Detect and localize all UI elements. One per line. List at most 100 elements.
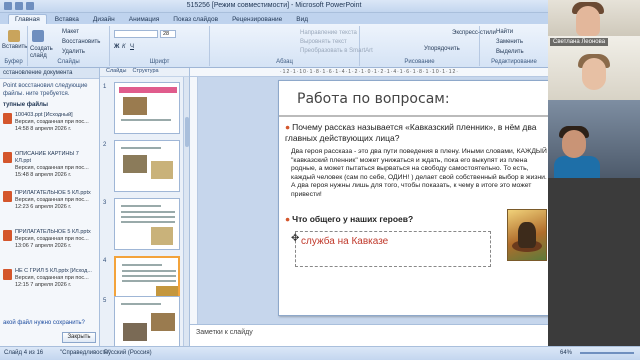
camera-tile-speaker: Светлана Леонова [548, 36, 640, 100]
file-icon [3, 269, 12, 280]
file-version: Версия, созданная при пос... [15, 275, 89, 281]
close-button[interactable]: Закрыть [62, 332, 96, 343]
recovered-file-item[interactable]: НЕ С ГРИЛ 5 КЛ.pptx [Исход... Версия, со… [0, 266, 99, 305]
thumbnail-image [114, 82, 180, 134]
font-name-field[interactable] [114, 30, 158, 38]
file-icon [3, 191, 12, 202]
save-question-link[interactable]: акой файл нужно сохранить? [3, 320, 85, 326]
clipboard-group: Вставить Буфер [0, 26, 28, 66]
title-divider [279, 115, 548, 117]
tab-design[interactable]: Дизайн [87, 15, 121, 24]
slides-scrollbar[interactable] [183, 77, 189, 346]
recovered-file-item[interactable]: 100403.ppt [Исходный] Версия, созданная … [0, 110, 99, 149]
file-timestamp: 13:06 7 апреля 2026 г. [15, 243, 72, 249]
file-icon [3, 230, 12, 241]
status-bar: Слайд 4 из 16 "Справедливость" Русский (… [0, 346, 640, 360]
slide-thumbnail[interactable]: 5 [100, 296, 184, 346]
tab-slideshow[interactable]: Показ слайдов [167, 15, 224, 24]
slide-title[interactable]: Работа по вопросам: [297, 91, 450, 107]
bold-button[interactable]: Ж [114, 44, 119, 50]
reset-button[interactable]: Восстановить [62, 39, 100, 45]
paste-button[interactable]: Вставить [2, 44, 27, 50]
participant-name: Светлана Леонова [550, 38, 609, 46]
slide-thumbnail[interactable]: 1 [100, 82, 184, 138]
find-button[interactable]: Найти [496, 29, 513, 35]
language-indicator[interactable]: Русский (Россия) [104, 350, 152, 356]
document-recovery-pane: сстановление документа Point восстановил… [0, 68, 100, 346]
tab-outline[interactable]: Структура [132, 68, 158, 76]
paste-icon[interactable] [8, 30, 20, 42]
slide-number: 2 [103, 142, 107, 148]
file-version: Версия, созданная при пос... [15, 236, 89, 242]
file-name: ПРИЛАГАТЕЛЬНОЕ 5 КЛ.pptx [15, 229, 91, 235]
bullet-icon: ● [285, 122, 291, 132]
editing-group-label: Редактирование [491, 59, 537, 65]
question-two-text: Что общего у наших героев? [292, 214, 414, 224]
file-timestamp: 14:58 8 апреля 2026 г. [15, 126, 72, 132]
tab-home[interactable]: Главная [8, 14, 47, 24]
text-direction-button[interactable]: Направление текста [300, 30, 357, 36]
answer-text[interactable]: служба на Кавказе [301, 236, 388, 247]
clipboard-group-label: Буфер [4, 59, 23, 65]
camera-tile [548, 100, 640, 178]
editing-group: Найти Заменить Выделить Редактирование [480, 26, 548, 66]
question-one-text: Почему рассказ называется «Кавказский пл… [285, 122, 537, 143]
bullet-icon: ● [285, 214, 291, 224]
horizontal-ruler: ·12·1·10·1·8·1·6·1·4·1·2·1·0·1·2·1·4·1·6… [190, 68, 548, 77]
delete-button[interactable]: Удалить [62, 49, 85, 55]
new-slide-button[interactable]: Создать слайд [30, 46, 58, 60]
slide-number: 5 [103, 298, 107, 304]
zoom-slider-icon[interactable] [580, 352, 634, 354]
recovery-info: Point восстановил следующие файлы. ните … [3, 83, 88, 97]
drawing-group-label: Рисование [404, 59, 435, 65]
video-call-panel: Светлана Леонова [548, 0, 640, 346]
thumbnail-image [114, 198, 180, 250]
file-version: Версия, созданная при пос... [15, 165, 89, 171]
tab-slides[interactable]: Слайды [106, 68, 126, 76]
zoom-level[interactable]: 64% [560, 350, 572, 356]
title-bar: 515256 [Режим совместимости] - Microsoft… [0, 0, 548, 13]
notes-pane[interactable]: Заметки к слайду [190, 324, 548, 346]
replace-button[interactable]: Заменить [496, 39, 523, 45]
underline-button[interactable]: Ч [130, 44, 134, 50]
window-title: 515256 [Режим совместимости] - Microsoft… [186, 2, 362, 9]
file-name: 100403.ppt [Исходный] [15, 112, 73, 118]
slide-canvas[interactable]: Работа по вопросам: ● Почему рассказ назы… [278, 80, 548, 316]
font-group-label: Шрифт [149, 59, 170, 65]
tab-insert[interactable]: Вставка [49, 15, 85, 24]
recovered-file-item[interactable]: ПРИЛАГАТЕЛЬНОЕ 5 КЛ.pptx Версия, созданн… [0, 188, 99, 227]
tab-view[interactable]: Вид [290, 15, 314, 24]
font-size-field[interactable]: 28 [160, 30, 176, 38]
recovered-file-item[interactable]: ОПИСАНИЕ КАРТИНЫ 7 КЛ.ppt Версия, создан… [0, 149, 99, 188]
tab-review[interactable]: Рецензирование [226, 15, 288, 24]
thumbnail-image [114, 296, 180, 346]
font-group: 28 Ж К Ч Шрифт [110, 26, 210, 66]
slides-panel-tabs: Слайды Структура [100, 68, 189, 77]
file-icon [3, 113, 12, 124]
file-name: ОПИСАНИЕ КАРТИНЫ 7 КЛ.ppt [15, 151, 79, 164]
arrange-button[interactable]: Упорядочить [424, 46, 460, 52]
slide-thumbnail[interactable]: 2 [100, 140, 184, 196]
file-version: Версия, созданная при пос... [15, 119, 89, 125]
paragraph-group: Направление текста Выровнять текст Преоб… [210, 26, 373, 66]
file-timestamp: 15:48 8 апреля 2026 г. [15, 172, 72, 178]
file-icon [3, 152, 12, 163]
new-slide-icon[interactable] [32, 30, 44, 42]
tab-animation[interactable]: Анимация [123, 15, 166, 24]
slide-editor: ·12·1·10·1·8·1·6·1·4·1·2·1·0·1·2·1·4·1·6… [190, 68, 548, 324]
file-name: ПРИЛАГАТЕЛЬНОЕ 5 КЛ.pptx [15, 190, 91, 196]
align-text-button[interactable]: Выровнять текст [300, 39, 347, 45]
vertical-ruler [190, 77, 198, 324]
recovered-file-item[interactable]: ПРИЛАГАТЕЛЬНОЕ 5 КЛ.pptx Версия, созданн… [0, 227, 99, 266]
slides-panel: Слайды Структура 1 2 3 4 5 [100, 68, 190, 346]
italic-button[interactable]: К [122, 44, 126, 50]
picture-icon[interactable] [507, 209, 547, 261]
question-one[interactable]: ● Почему рассказ называется «Кавказский п… [285, 122, 547, 144]
layout-button[interactable]: Макет [62, 29, 79, 35]
question-two[interactable]: ● Что общего у наших героев? [285, 214, 413, 224]
slide-number: 4 [103, 258, 107, 264]
slide-thumbnail[interactable]: 3 [100, 198, 184, 254]
select-button[interactable]: Выделить [496, 49, 524, 55]
paragraph-group-label: Абзац [276, 59, 293, 65]
answer-paragraph[interactable]: Два героя рассказа - это два пути поведе… [291, 148, 547, 200]
